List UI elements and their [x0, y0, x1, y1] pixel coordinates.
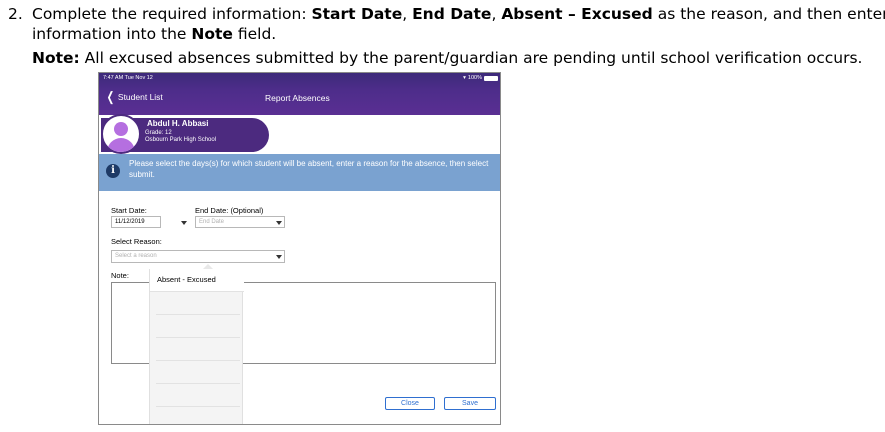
dropdown-option-empty[interactable] — [156, 407, 240, 424]
instruction-line-2: information into the Note field. — [32, 25, 277, 43]
reason-term: Absent – Excused — [501, 5, 653, 23]
dropdown-option-empty[interactable] — [156, 361, 240, 384]
start-date-chevron-down-icon[interactable] — [181, 221, 187, 225]
page-title: Report Absences — [265, 93, 330, 103]
chevron-left-icon: ❮ — [106, 89, 115, 104]
note-term: Note — [191, 25, 233, 43]
info-icon: i — [106, 164, 120, 178]
reason-label: Select Reason: — [111, 237, 162, 246]
close-button[interactable]: Close — [385, 397, 435, 410]
nav-header: 7:47 AM Tue Nov 12 ▾ 100% ❮ Student List… — [99, 73, 500, 115]
dropdown-option-absent-excused[interactable]: Absent - Excused — [150, 269, 244, 292]
reason-chevron-down-icon[interactable] — [276, 255, 282, 259]
wifi-icon: ▾ — [463, 75, 466, 81]
info-text: Please select the days(s) for which stud… — [129, 159, 489, 179]
dropdown-option-empty[interactable] — [156, 292, 240, 315]
start-date-field[interactable]: 11/12/2019 — [111, 216, 161, 228]
battery-icon — [484, 75, 498, 81]
student-school: Osbourn Park High School — [145, 137, 217, 143]
dropdown-option-empty[interactable] — [156, 338, 240, 361]
reason-dropdown: Absent - Excused — [149, 269, 244, 424]
save-button[interactable]: Save — [444, 397, 496, 410]
status-bar: 7:47 AM Tue Nov 12 ▾ 100% — [103, 75, 498, 84]
note-label: Note: — [111, 271, 129, 280]
reason-select[interactable]: Select a reason — [111, 250, 285, 263]
student-name: Abdul H. Abbasi — [147, 119, 209, 128]
start-date-label: Start Date: — [111, 206, 147, 215]
status-time: 7:47 AM Tue Nov 12 — [103, 75, 153, 81]
instruction-note: Note: All excused absences submitted by … — [32, 49, 863, 67]
end-date-chevron-down-icon[interactable] — [276, 221, 282, 225]
status-right: ▾ 100% — [463, 75, 498, 81]
app-screenshot: 7:47 AM Tue Nov 12 ▾ 100% ❮ Student List… — [98, 72, 501, 425]
step-number: 2. — [8, 5, 23, 23]
end-date-field[interactable]: End Date — [195, 216, 285, 228]
dropdown-option-empty[interactable] — [156, 384, 240, 407]
back-label: Student List — [117, 92, 163, 102]
end-date-label: End Date: (Optional) — [195, 206, 264, 215]
person-icon — [114, 122, 128, 136]
back-button[interactable]: ❮ Student List — [105, 89, 163, 104]
student-grade: Grade: 12 — [145, 130, 172, 136]
avatar — [101, 114, 141, 154]
start-date-term: Start Date — [311, 5, 403, 23]
end-date-term: End Date — [412, 5, 492, 23]
battery-level: 100% — [467, 75, 482, 81]
dropdown-option-empty[interactable] — [156, 315, 240, 338]
instruction-line-1: Complete the required information: Start… — [32, 5, 885, 23]
